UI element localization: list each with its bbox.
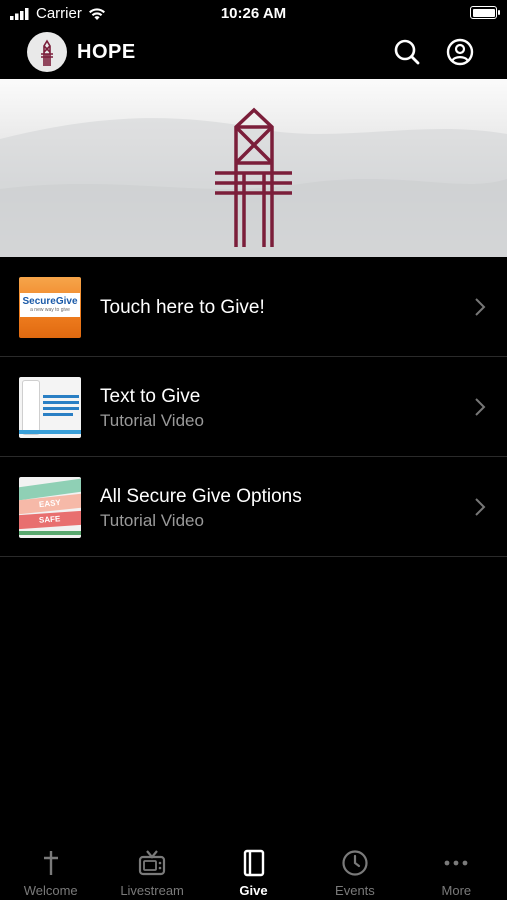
tab-label: Welcome	[23, 883, 78, 898]
book-icon	[243, 849, 264, 877]
item-title: Touch here to Give!	[100, 297, 265, 318]
tab-give[interactable]: Give	[203, 838, 304, 900]
securegive-thumbnail: SecureGive a new way to give	[19, 277, 81, 338]
tab-welcome[interactable]: Welcome	[0, 838, 101, 900]
cross-icon	[43, 851, 58, 875]
status-bar: Carrier 10:26 AM	[0, 0, 507, 28]
thumb-word-safe: SAFE	[38, 514, 61, 525]
battery-icon	[470, 6, 500, 19]
user-icon	[446, 38, 474, 66]
securegive-logo-text: SecureGive	[22, 296, 78, 307]
tab-label: Livestream	[120, 883, 184, 898]
more-icon	[444, 860, 468, 866]
item-subtitle: Tutorial Video	[100, 411, 204, 430]
app-header: HOPE	[0, 28, 507, 78]
thumb-word-easy: EASY	[38, 497, 62, 510]
text-to-give-thumbnail	[19, 377, 81, 438]
clock-time: 10:26 AM	[220, 5, 287, 22]
tv-icon	[139, 850, 166, 876]
profile-button[interactable]	[446, 38, 474, 66]
list-item-text-to-give[interactable]: Text to Give Tutorial Video	[0, 357, 507, 457]
tab-label: Give	[239, 883, 268, 898]
list-item-touch-to-give[interactable]: SecureGive a new way to give Touch here …	[0, 257, 507, 357]
tab-bar: Welcome Livestream Give Events More	[0, 838, 507, 900]
banner-art	[0, 107, 507, 257]
securegive-tagline: a new way to give	[30, 307, 70, 313]
tab-label: More	[441, 883, 472, 898]
item-subtitle: Tutorial Video	[100, 511, 204, 530]
secure-give-options-thumbnail: EASY SAFE	[19, 477, 81, 538]
tab-events[interactable]: Events	[304, 838, 405, 900]
church-logo[interactable]	[27, 32, 67, 72]
list-item-secure-give-options[interactable]: EASY SAFE All Secure Give Options Tutori…	[0, 457, 507, 557]
tab-more[interactable]: More	[406, 838, 507, 900]
chevron-right-icon	[475, 498, 486, 516]
search-icon	[394, 39, 420, 65]
give-list: SecureGive a new way to give Touch here …	[0, 257, 507, 557]
chevron-right-icon	[475, 398, 486, 416]
item-title: All Secure Give Options	[100, 486, 302, 507]
clock-icon	[342, 850, 368, 876]
app-title: HOPE	[77, 41, 136, 63]
logo-tower-icon	[41, 39, 53, 66]
item-title: Text to Give	[100, 386, 201, 407]
hero-banner	[0, 79, 507, 257]
tab-livestream[interactable]: Livestream	[101, 838, 202, 900]
search-button[interactable]	[393, 38, 421, 66]
tab-label: Events	[335, 883, 375, 898]
chevron-right-icon	[475, 298, 486, 316]
